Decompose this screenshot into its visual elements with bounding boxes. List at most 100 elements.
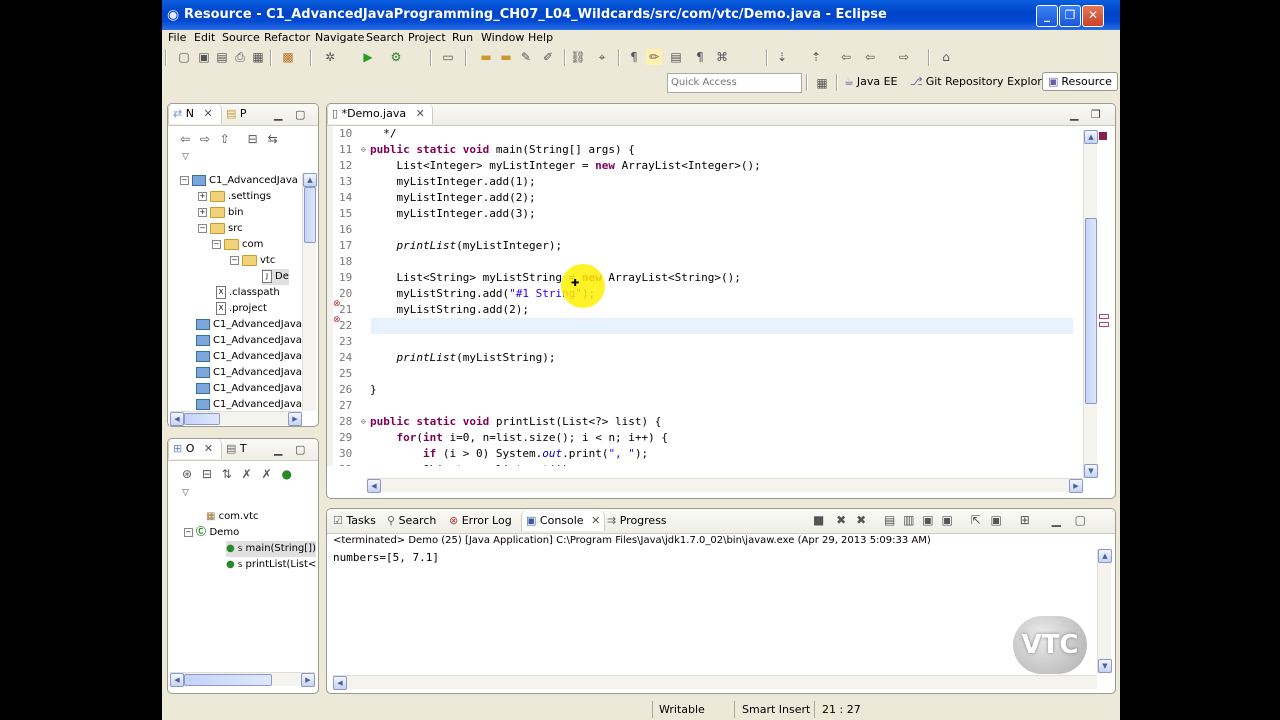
last-edit-icon[interactable]: ⇦	[838, 49, 854, 65]
close-button[interactable]: ✕	[1082, 5, 1104, 27]
minimize-editor-icon[interactable]: ▁	[1070, 108, 1078, 121]
up-icon[interactable]: ⇧	[220, 132, 230, 146]
code-line[interactable]: 21 myListString.add(2);	[333, 302, 1073, 318]
code-line[interactable]: 19 List<String> myListString = new Array…	[333, 270, 1073, 286]
back-icon[interactable]: ⇦	[180, 132, 190, 146]
maximize-editor-icon[interactable]: ❐	[1091, 108, 1101, 121]
scroll-left-icon[interactable]: ◀	[170, 673, 184, 687]
menu-run[interactable]: Run	[452, 31, 473, 44]
navigator-hscroll[interactable]: ◀ ▶	[170, 411, 302, 426]
tab-task-list[interactable]: ▤ T	[226, 439, 268, 459]
collapse-icon[interactable]: −	[180, 175, 189, 185]
expand-icon[interactable]: +	[198, 207, 207, 217]
minimize-button[interactable]: _	[1036, 5, 1058, 27]
open-type-icon[interactable]: ▬	[478, 49, 494, 65]
pin-icon[interactable]: ⌘	[714, 49, 730, 65]
close-tab-icon[interactable]: ✕	[416, 107, 425, 120]
code-line[interactable]: 20 myListString.add("#1 String");	[333, 286, 1073, 302]
overview-error-marker[interactable]	[1099, 314, 1109, 319]
properties-icon[interactable]: ▦	[250, 49, 266, 65]
toggle-breadcrumb-icon[interactable]: ⌖	[594, 49, 610, 65]
hide-local-types-icon[interactable]: ●	[281, 467, 291, 481]
scroll-left-icon[interactable]: ◀	[367, 479, 381, 493]
code-line[interactable]: 12 List<Integer> myListInteger = new Arr…	[333, 158, 1073, 174]
code-line[interactable]: 13 myListInteger.add(1);	[333, 174, 1073, 190]
save-icon[interactable]: ▣	[196, 49, 212, 65]
code-line[interactable]: 29 for(int i=0, n=list.size(); i < n; i+…	[333, 430, 1073, 446]
tree-item[interactable]: X .classpath	[216, 285, 280, 301]
code-line[interactable]: 18	[333, 254, 1073, 270]
code-line[interactable]: 17 printList(myListInteger);	[333, 238, 1073, 254]
code-line[interactable]: 24 printList(myListString);	[333, 350, 1073, 366]
view-menu-icon[interactable]: ▽	[182, 488, 189, 498]
clear-console-icon[interactable]: ▤	[884, 513, 895, 527]
tab-progress[interactable]: ⇉ Progress	[607, 511, 667, 531]
quick-access-input[interactable]	[667, 73, 802, 93]
external-tools-icon[interactable]: ⚙	[388, 49, 404, 65]
scroll-thumb[interactable]	[304, 187, 316, 243]
console-hscroll[interactable]: ◀	[333, 675, 1097, 690]
editor-vscroll[interactable]: ▲ ▼	[1083, 130, 1098, 478]
run-icon[interactable]: ▶	[360, 49, 376, 65]
code-line[interactable]: 23	[333, 334, 1073, 350]
code-line[interactable]: 15 myListInteger.add(3);	[333, 206, 1073, 222]
tree-item[interactable]: + bin	[198, 205, 243, 221]
title-bar[interactable]: ◉ Resource - C1_AdvancedJavaProgramming_…	[162, 0, 1120, 30]
menu-edit[interactable]: Edit	[194, 31, 215, 44]
perspective-resource[interactable]: ▣ Resource	[1042, 72, 1118, 91]
tree-item-method[interactable]: ● S printList(List<	[226, 557, 316, 573]
tree-item-package[interactable]: ▦ com.vtc	[206, 509, 259, 525]
scroll-right-icon[interactable]: ▶	[301, 673, 315, 687]
tree-item-selected[interactable]: J De	[262, 269, 289, 285]
scroll-down-icon[interactable]: ▼	[1098, 659, 1112, 673]
tree-item[interactable]: − vtc	[230, 253, 275, 269]
forward-icon[interactable]: ⇨	[200, 132, 210, 146]
tree-item[interactable]: − com	[212, 237, 263, 253]
remove-launch-icon[interactable]: ✖	[836, 513, 846, 527]
scroll-up-icon[interactable]: ▲	[1084, 130, 1098, 144]
code-line[interactable]: 30 if (i > 0) System.out.print(", ");	[333, 446, 1073, 462]
menu-search[interactable]: Search	[366, 31, 404, 44]
hide-non-public-icon[interactable]: ✗	[262, 467, 272, 481]
tree-item[interactable]: − src	[198, 221, 243, 237]
tree-item[interactable]: C1_AdvancedJava	[196, 349, 302, 365]
tree-item[interactable]: C1_AdvancedJava	[196, 365, 302, 381]
new-icon[interactable]: ▢	[176, 49, 192, 65]
server-icon[interactable]: ▩	[280, 49, 296, 65]
scroll-thumb[interactable]	[184, 413, 220, 425]
search-tool-icon[interactable]: ✎	[518, 49, 534, 65]
scroll-right-icon[interactable]: ▶	[288, 412, 302, 426]
highlight-icon[interactable]: ✏	[646, 49, 662, 65]
pin-editor-icon[interactable]: ⌂	[938, 49, 954, 65]
save-all-icon[interactable]: ▤	[214, 49, 230, 65]
expand-icon[interactable]: +	[198, 191, 207, 201]
block-select-icon[interactable]: ▤	[668, 49, 684, 65]
hide-fields-icon[interactable]: ⊛	[182, 467, 192, 481]
tree-item[interactable]: C1_AdvancedJava	[196, 381, 302, 397]
next-annotation-icon[interactable]: ⇣	[774, 49, 790, 65]
code-line[interactable]: 14 myListInteger.add(2);	[333, 190, 1073, 206]
tab-navigator[interactable]: ⇄ N ✕	[168, 104, 222, 124]
remove-all-icon[interactable]: ✖	[856, 513, 866, 527]
editor-hscroll[interactable]: ◀ ▶	[367, 478, 1083, 493]
link-editor-icon[interactable]: ⇆	[268, 132, 278, 146]
outline-hscroll[interactable]: ◀ ▶	[170, 672, 315, 687]
show-whitespace-icon[interactable]: ¶	[626, 49, 642, 65]
hide-static-icon[interactable]: ✗	[242, 467, 252, 481]
scroll-right-icon[interactable]: ▶	[1069, 479, 1083, 493]
perspective-git[interactable]: ⎇ Git Repository Exploring	[910, 75, 1059, 88]
tree-item-method[interactable]: ● S main(String[])	[226, 541, 316, 557]
sort-icon[interactable]: ⇅	[222, 467, 232, 481]
menu-project[interactable]: Project	[408, 31, 446, 44]
maximize-view-icon[interactable]: ▢	[295, 108, 305, 121]
menu-navigate[interactable]: Navigate	[315, 31, 364, 44]
tree-item[interactable]: + .settings	[198, 189, 271, 205]
scroll-lock-icon[interactable]: ▥	[903, 513, 914, 527]
tab-console[interactable]: ▣ Console ✕	[521, 511, 606, 531]
code-line[interactable]: 11 ⊖ public static void main(String[] args…	[333, 142, 1073, 158]
open-folder-icon[interactable]: ▬	[498, 49, 514, 65]
minimize-view-icon[interactable]: ▁	[274, 108, 282, 121]
open-perspective-icon[interactable]: ▦	[814, 75, 830, 91]
code-line[interactable]: 10 */	[333, 126, 1073, 142]
collapse-icon[interactable]: −	[230, 255, 239, 265]
